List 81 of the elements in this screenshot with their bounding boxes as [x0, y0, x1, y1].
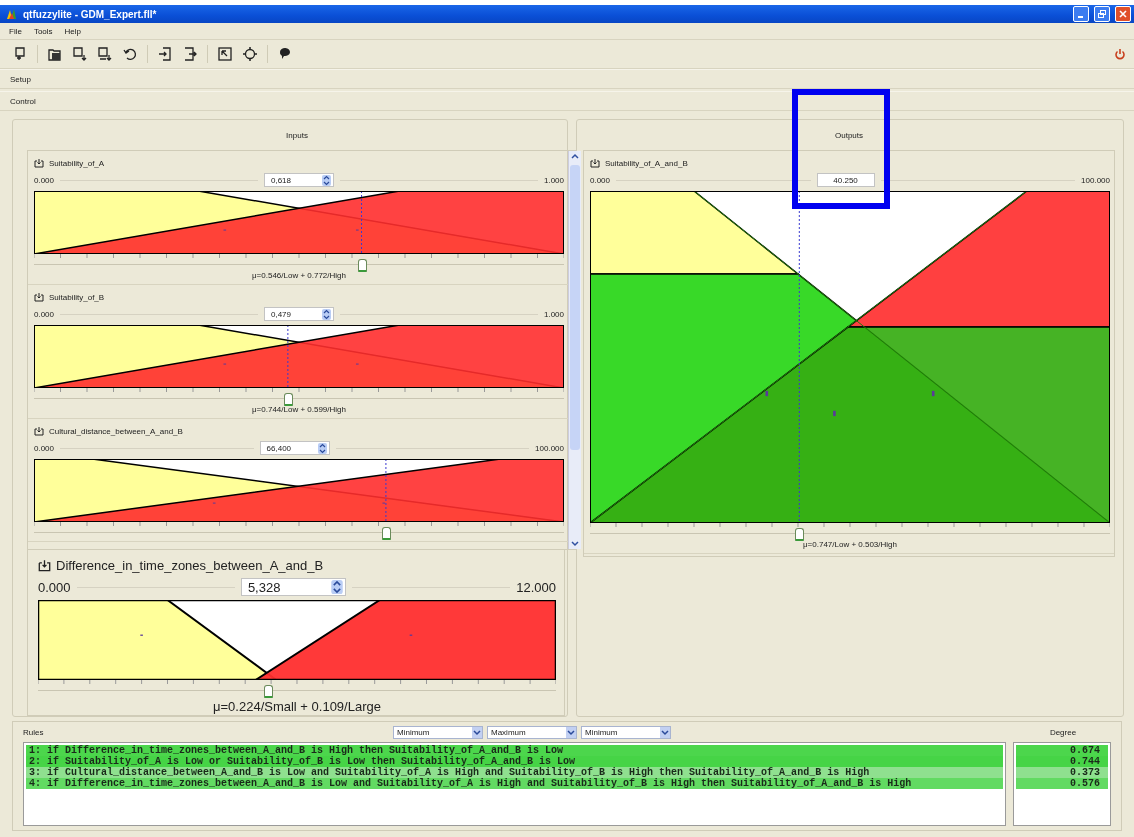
membership-degrees: μ=0.747/Low + 0.503/High	[802, 540, 898, 551]
range-max-label: 12.000	[516, 579, 556, 595]
rule-row[interactable]: 2: if Suitability_of_A is Low or Suitability_of_B is Low then Suitability_of_A_and_B is Low	[26, 756, 1003, 767]
rule-row[interactable]: 4: if Difference_in_time_zones_between_A_and_B is Low and Suitability_of_A is High and Suitability_of_B is High then Suitability_of_A_and_B is High	[26, 778, 1003, 789]
rules-list[interactable]	[23, 742, 1006, 826]
spin-arrows-icon[interactable]	[330, 580, 343, 594]
minimize-button[interactable]	[1073, 6, 1089, 22]
window-title: qtfuzzylite - GDM_Expert.fll*	[23, 8, 158, 20]
scroll-thumb[interactable]	[570, 165, 580, 450]
range-max-label: 1.000	[543, 309, 564, 319]
degree-value: 0.674	[1016, 745, 1108, 756]
value-spinbox[interactable]: 0,618	[264, 173, 334, 187]
membership-degrees: μ=0.546/Low + 0.772/High	[251, 271, 347, 282]
caret-icon[interactable]	[566, 726, 576, 738]
close-icon	[1119, 10, 1127, 18]
range-min-label: 0.000	[590, 175, 611, 185]
variable-name: Suitability_of_A	[49, 158, 105, 168]
membership-degrees: μ=0.224/Small + 0.109/Large	[212, 699, 382, 713]
slider-thumb[interactable]	[381, 527, 391, 540]
range-max-label: 100.000	[535, 443, 564, 453]
degree-value: 0.373	[1016, 767, 1108, 778]
spin-arrows-icon[interactable]	[322, 308, 331, 320]
group-title: Outputs	[834, 130, 864, 142]
degree-value: 0.744	[1016, 756, 1108, 767]
variable-name: Suitability_of_B	[49, 292, 105, 302]
rules-label: Rules	[23, 727, 45, 737]
slider-thumb[interactable]	[264, 685, 273, 698]
membership-degrees: μ=0.744/Low + 0.599/High	[251, 405, 347, 416]
operator-dropdown[interactable]: Minimum	[581, 725, 671, 739]
save-down-icon[interactable]	[72, 46, 88, 62]
scrollbar[interactable]	[568, 151, 581, 549]
import-icon[interactable]	[157, 46, 173, 62]
value-spinbox[interactable]: 0,479	[264, 307, 334, 321]
undo-icon[interactable]	[122, 46, 138, 62]
power-icon[interactable]	[1114, 48, 1126, 60]
group-title: Inputs	[285, 130, 309, 142]
variable-name: Suitability_of_A_and_B	[605, 158, 688, 168]
value-spinbox[interactable]: 40.250	[816, 173, 875, 187]
export-icon[interactable]	[182, 46, 198, 62]
value-spinbox[interactable]: 5,328	[240, 578, 346, 596]
box-arrow-icon[interactable]	[38, 558, 51, 572]
scroll-down-icon[interactable]	[570, 538, 580, 548]
rule-row[interactable]: 3: if Cultural_distance_between_A_and_B is Low and Suitability_of_A is High and Suitability_of_B is High then Suitability_of_A_and_B is High	[26, 767, 1003, 778]
rule-row[interactable]: 1: if Difference_in_time_zones_between_A_and_B is High then Suitability_of_A_and_B is Low	[26, 745, 1003, 756]
variable-name: Cultural_distance_between_A_and_B	[49, 426, 183, 436]
variable-name: Difference_in_time_zones_between_A_and_B	[56, 557, 324, 573]
restore-button[interactable]	[1094, 6, 1110, 22]
range-max-label: 100.000	[1081, 175, 1110, 185]
new-file-icon[interactable]	[12, 46, 28, 62]
caret-icon[interactable]	[660, 726, 670, 738]
box-arrow-icon[interactable]	[34, 158, 44, 168]
spin-arrows-icon[interactable]	[317, 442, 327, 454]
slider-thumb[interactable]	[795, 528, 805, 541]
degree-label: Degree	[1048, 727, 1078, 737]
box-arrow-icon[interactable]	[34, 426, 44, 436]
range-min-label: 0.000	[34, 309, 55, 319]
caret-icon[interactable]	[472, 726, 482, 738]
section-header[interactable]: Control	[10, 96, 36, 106]
section-header[interactable]: Setup	[10, 74, 31, 84]
range-max-label: 1.000	[543, 175, 564, 185]
operator-dropdown[interactable]: Maximum	[487, 725, 577, 739]
box-arrow-icon[interactable]	[590, 158, 600, 168]
app-logo-icon	[6, 8, 18, 20]
range-min-label: 0.000	[34, 175, 55, 185]
range-min-label: 0.000	[34, 443, 55, 453]
value-spinbox[interactable]: 66,400	[259, 441, 330, 455]
save-as-icon[interactable]	[97, 46, 113, 62]
slider-thumb[interactable]	[357, 259, 367, 272]
spin-arrows-icon[interactable]	[322, 174, 331, 186]
restore-icon	[1098, 10, 1106, 18]
cursor-box-icon[interactable]	[217, 46, 233, 62]
folder-icon[interactable]	[47, 46, 63, 62]
menu-item[interactable]: Help	[59, 26, 87, 36]
slider-thumb[interactable]	[283, 393, 293, 406]
box-arrow-icon[interactable]	[34, 292, 44, 302]
close-button[interactable]	[1115, 6, 1131, 22]
degree-value: 0.576	[1016, 778, 1108, 789]
range-min-label: 0.000	[38, 579, 71, 595]
menu-item[interactable]: Tools	[28, 26, 58, 36]
menu-item[interactable]: File	[4, 26, 27, 36]
operator-dropdown[interactable]: Minimum	[393, 725, 483, 739]
